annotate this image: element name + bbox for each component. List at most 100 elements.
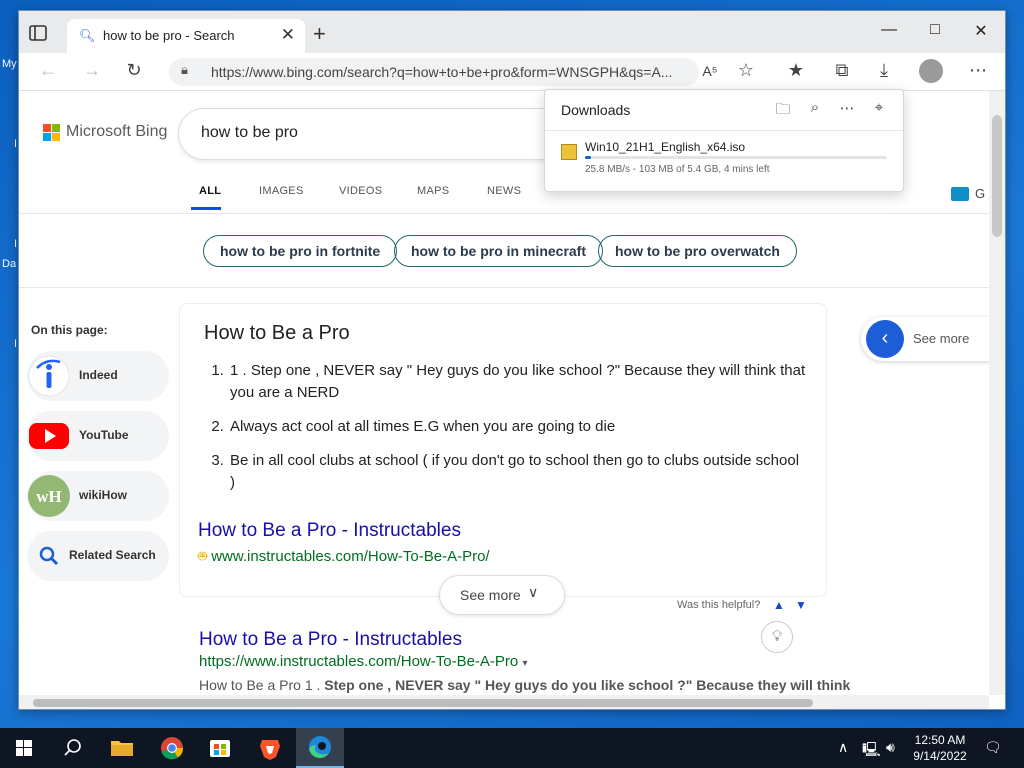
desktop-icon-label[interactable]: Da [2,258,16,270]
related-pill[interactable]: how to be pro overwatch [598,235,797,267]
pin-icon[interactable]: ⌖ [869,99,889,116]
address-bar[interactable]: 🔒︎ https://www.bing.com/search?q=how+to+… [169,58,699,86]
header-extra-text: G [975,186,986,201]
nav-all[interactable]: ALL [199,185,221,197]
back-icon[interactable]: ← [37,60,59,81]
scrollbar-thumb[interactable] [992,115,1002,237]
browser-window: 🔍︎ how to be pro - Search ✕ + — □ ✕ ← → … [18,10,1006,710]
answer-source-link[interactable]: How to Be a Pro - Instructables [198,520,461,542]
clock-time: 12:50 AM [914,733,966,747]
search-input[interactable]: how to be pro [179,109,579,159]
horizontal-scrollbar[interactable] [19,695,989,709]
result-url[interactable]: https://www.instructables.com/How-To-Be-… [199,653,527,670]
nav-videos[interactable]: VIDEOS [339,185,382,197]
onpage-item-youtube[interactable]: YouTube [27,411,169,461]
answer-card: How to Be a Pro 1 . Step one , NEVER say… [179,303,827,597]
caret-down-icon[interactable]: ▾ [522,658,527,669]
brave-button[interactable] [246,728,294,768]
download-status: 25.8 MB/s - 103 MB of 5.4 GB, 4 mins lef… [585,164,770,175]
answer-title: How to Be a Pro [204,322,350,344]
url-text: https://www.bing.com/search?q=how+to+be+… [211,64,673,80]
see-more-button[interactable]: See more ∨ [439,575,565,615]
onpage-item-label: Related Search [69,548,156,562]
nav-news[interactable]: NEWS [487,185,521,197]
chevron-left-icon: ‹ [866,320,904,358]
lock-icon[interactable]: 🔒︎ [181,62,188,78]
new-tab-icon[interactable]: + [313,21,326,47]
bing-logo[interactable]: Microsoft Bing [43,123,167,141]
forward-icon[interactable]: → [81,60,103,81]
open-folder-icon[interactable]: 🗀︎ [773,99,793,124]
see-more-panel-button[interactable]: ‹ See more [861,317,989,361]
youtube-icon [29,423,69,449]
nav-maps[interactable]: MAPS [417,185,449,197]
related-pill[interactable]: how to be pro in fortnite [203,235,398,267]
clock[interactable]: 12:50 AM 9/14/2022 [908,732,972,764]
close-tab-icon[interactable]: ✕ [281,25,295,45]
desktop-icon-label[interactable]: I [14,338,17,350]
desktop-icon-label[interactable]: I [14,238,17,250]
onpage-item-wikihow[interactable]: wH wikiHow [27,471,169,521]
onpage-item-label: Indeed [79,368,118,382]
downloads-title: Downloads [561,102,631,118]
windows-icon [16,740,32,756]
download-filename[interactable]: Win10_21H1_English_x64.iso [585,140,745,154]
lightbulb-icon[interactable]: 💡︎ [761,621,793,653]
collections-icon[interactable]: ⧉ [831,60,853,81]
show-hidden-icons-icon[interactable]: ∧ [838,739,848,756]
minimize-icon[interactable]: — [879,21,899,39]
vertical-scrollbar[interactable] [989,91,1005,695]
network-icon[interactable]: 🖳︎ [862,739,881,763]
onpage-item-related-search[interactable]: Related Search [27,531,169,581]
notifications-icon[interactable]: 🗨︎ [984,739,1002,756]
thumbs-down-icon[interactable]: ▼ [795,598,807,612]
start-button[interactable] [0,728,48,768]
desktop-icon-label[interactable]: I [14,138,17,150]
see-more-panel-label: See more [913,331,970,346]
logo-text: Microsoft Bing [66,123,168,140]
downloads-panel: Downloads 🗀︎ ⌕ ⋯ ⌖ Win10_21H1_English_x6… [544,89,904,192]
edge-button[interactable] [296,728,344,768]
chrome-button[interactable] [148,728,196,768]
read-aloud-icon[interactable]: A⁵ [699,63,721,79]
answer-step: Be in all cool clubs at school ( if you … [228,450,808,494]
profile-avatar[interactable] [919,59,943,83]
related-pill[interactable]: how to be pro in minecraft [394,235,604,267]
tab-bar: 🔍︎ how to be pro - Search ✕ + — □ ✕ [19,11,1005,53]
refresh-icon[interactable]: ↻ [123,60,145,81]
rewards-icon[interactable] [951,187,969,201]
nav-active-indicator [191,207,221,210]
indeed-icon [28,355,70,397]
nav-images[interactable]: IMAGES [259,185,304,197]
search-taskbar-button[interactable] [48,728,96,768]
result-title[interactable]: How to Be a Pro - Instructables [199,629,462,651]
answer-source-url[interactable]: 🤖︎ www.instructables.com/How-To-Be-A-Pro… [198,546,490,567]
divider [545,130,903,131]
maximize-icon[interactable]: □ [925,21,945,39]
more-icon[interactable]: ⋯ [967,60,989,81]
file-explorer-button[interactable] [98,728,146,768]
favorites-icon[interactable]: ★ [785,60,807,81]
see-more-label: See more [460,587,521,603]
thumbs-up-icon[interactable]: ▲ [773,598,785,612]
taskbar: ∧ 🖳︎ 🔊︎ 12:50 AM 9/14/2022 🗨︎ [0,728,1024,768]
search-icon [39,546,59,566]
volume-icon[interactable]: 🔊︎ [886,739,895,756]
close-window-icon[interactable]: ✕ [971,21,991,41]
search-icon: 🔍︎ [79,28,96,43]
search-icon[interactable]: ⌕ [805,99,825,116]
tab-bing-search[interactable]: 🔍︎ how to be pro - Search ✕ [67,19,305,53]
onpage-item-indeed[interactable]: Indeed [27,351,169,401]
scrollbar-thumb[interactable] [33,699,813,707]
store-button[interactable] [196,728,244,768]
desktop-icon-label[interactable]: My [2,58,17,70]
downloads-icon[interactable]: ⤓ [873,60,895,81]
brave-icon [260,740,280,760]
search-query: how to be pro [201,124,298,141]
tab-actions-icon[interactable] [27,23,49,43]
folder-icon [111,741,133,756]
answer-steps: 1 . Step one , NEVER say " Hey guys do y… [228,360,808,506]
add-favorite-icon[interactable]: ☆ [735,60,757,81]
more-icon[interactable]: ⋯ [837,99,857,117]
iso-file-icon [561,144,577,160]
